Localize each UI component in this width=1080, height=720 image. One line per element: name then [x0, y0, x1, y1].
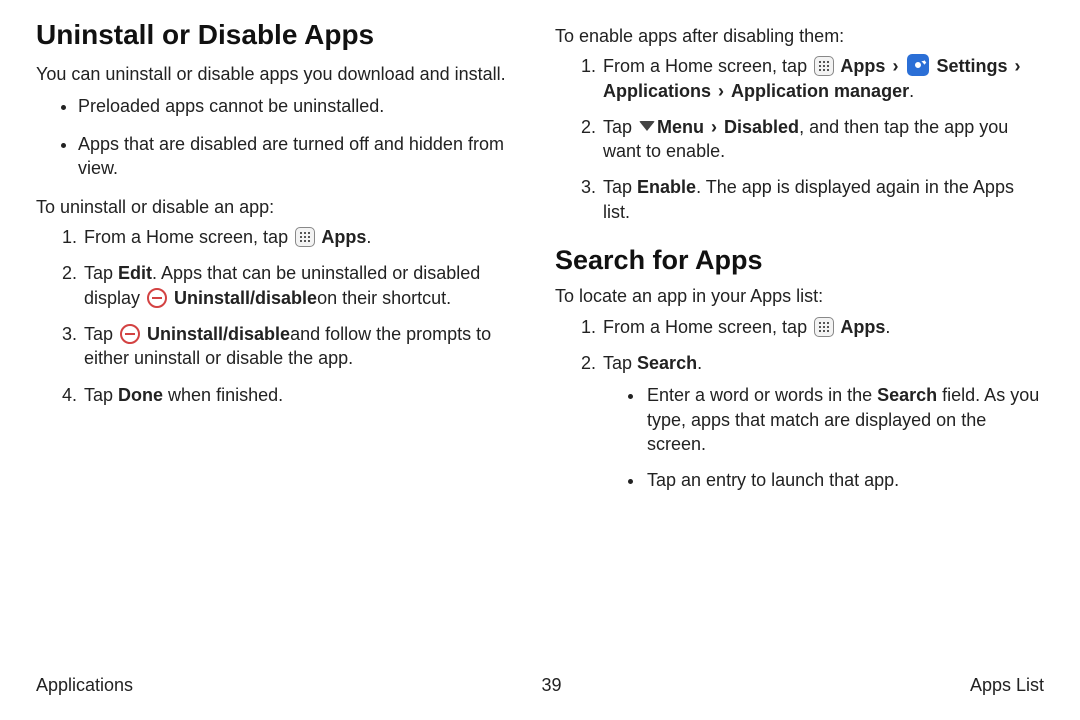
- chevron-right-icon: ›: [718, 79, 724, 103]
- step-text: From a Home screen, tap: [603, 56, 812, 76]
- steps-uninstall: From a Home screen, tap Apps. Tap Edit. …: [36, 225, 525, 407]
- apps-label: Apps: [836, 317, 885, 337]
- menu-dropdown-icon: [639, 121, 655, 131]
- edit-label: Edit: [118, 263, 152, 283]
- step-text: From a Home screen, tap: [84, 227, 293, 247]
- heading-search: Search for Apps: [555, 244, 1044, 276]
- search-sub-bullets: Enter a word or words in the Search fiel…: [603, 383, 1044, 492]
- steps-search: From a Home screen, tap Apps. Tap Search…: [555, 315, 1044, 493]
- apps-icon: [814, 56, 834, 76]
- apps-icon: [295, 227, 315, 247]
- steps-enable: From a Home screen, tap Apps › Settings …: [555, 54, 1044, 224]
- step-text: .: [909, 81, 914, 101]
- step-text: Tap: [603, 117, 637, 137]
- search-label: Search: [637, 353, 697, 373]
- disabled-label: Disabled: [719, 117, 799, 137]
- two-column-layout: Uninstall or Disable Apps You can uninst…: [36, 18, 1044, 507]
- step-item: From a Home screen, tap Apps.: [601, 315, 1044, 339]
- step-text: Tap: [84, 385, 118, 405]
- search-field-label: Search: [877, 385, 937, 405]
- footer-left: Applications: [36, 675, 133, 696]
- settings-label: Settings: [931, 56, 1007, 76]
- step-text: .: [366, 227, 371, 247]
- settings-icon: [907, 54, 929, 76]
- right-column: To enable apps after disabling them: Fro…: [555, 18, 1044, 507]
- step-text: Tap: [603, 177, 637, 197]
- uninstall-icon: [147, 288, 167, 308]
- step-item: Tap Done when finished.: [82, 383, 525, 407]
- step-text: .: [697, 353, 702, 373]
- step-text: .: [885, 317, 890, 337]
- step-text: From a Home screen, tap: [603, 317, 812, 337]
- uninstall-label: Uninstall/disable: [169, 288, 317, 308]
- page-footer: Applications 39 Apps List: [36, 675, 1044, 696]
- chevron-right-icon: ›: [1014, 54, 1020, 78]
- step-item: Tap Enable. The app is displayed again i…: [601, 175, 1044, 224]
- footer-right: Apps List: [970, 675, 1044, 696]
- done-label: Done: [118, 385, 163, 405]
- step-text: on their shortcut.: [317, 288, 451, 308]
- apps-icon: [814, 317, 834, 337]
- document-page: Uninstall or Disable Apps You can uninst…: [0, 0, 1080, 720]
- step-item: Tap Menu › Disabled, and then tap the ap…: [601, 115, 1044, 164]
- subhead-uninstall: To uninstall or disable an app:: [36, 195, 525, 219]
- step-item: Tap Edit. Apps that can be uninstalled o…: [82, 261, 525, 310]
- bullet-list: Preloaded apps cannot be uninstalled. Ap…: [36, 94, 525, 181]
- footer-page-number: 39: [541, 675, 561, 696]
- left-column: Uninstall or Disable Apps You can uninst…: [36, 18, 525, 507]
- applications-label: Applications: [603, 81, 711, 101]
- bullet-item: Enter a word or words in the Search fiel…: [645, 383, 1044, 456]
- apps-label: Apps: [836, 56, 885, 76]
- intro-text: You can uninstall or disable apps you do…: [36, 62, 525, 86]
- uninstall-label: Uninstall/disable: [142, 324, 290, 344]
- bullet-text: Enter a word or words in the: [647, 385, 877, 405]
- step-item: From a Home screen, tap Apps › Settings …: [601, 54, 1044, 103]
- step-item: Tap Uninstall/disableand follow the prom…: [82, 322, 525, 371]
- bullet-item: Apps that are disabled are turned off an…: [78, 132, 525, 181]
- step-text: when finished.: [163, 385, 283, 405]
- step-text: Tap: [84, 263, 118, 283]
- search-intro: To locate an app in your Apps list:: [555, 284, 1044, 308]
- step-text: Tap: [84, 324, 118, 344]
- step-text: Tap: [603, 353, 637, 373]
- apps-label: Apps: [317, 227, 366, 247]
- menu-label: Menu: [657, 117, 709, 137]
- enable-head: To enable apps after disabling them:: [555, 24, 1044, 48]
- chevron-right-icon: ›: [711, 115, 717, 139]
- bullet-item: Preloaded apps cannot be uninstalled.: [78, 94, 525, 118]
- step-item: Tap Search. Enter a word or words in the…: [601, 351, 1044, 492]
- uninstall-icon: [120, 324, 140, 344]
- step-item: From a Home screen, tap Apps.: [82, 225, 525, 249]
- bullet-item: Tap an entry to launch that app.: [645, 468, 1044, 492]
- chevron-right-icon: ›: [892, 54, 898, 78]
- heading-uninstall: Uninstall or Disable Apps: [36, 18, 525, 52]
- enable-label: Enable: [637, 177, 696, 197]
- app-manager-label: Application manager: [731, 81, 909, 101]
